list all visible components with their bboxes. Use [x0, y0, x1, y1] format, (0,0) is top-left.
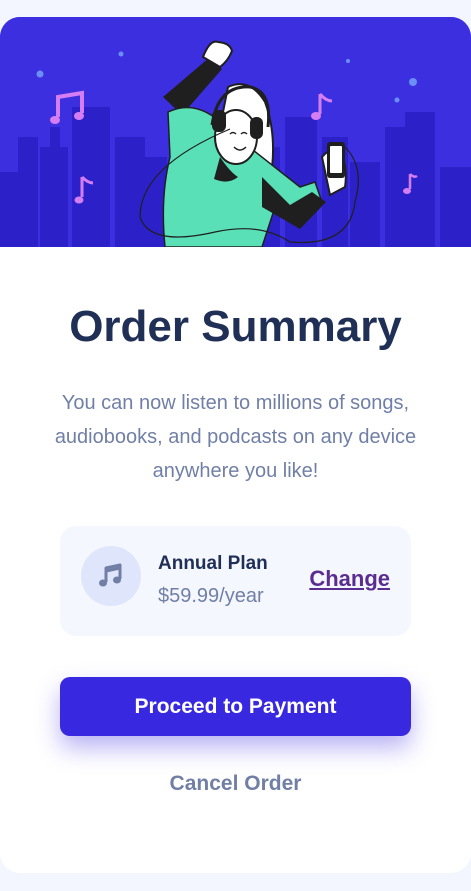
- hero-illustration: [0, 17, 471, 247]
- order-summary-card: Order Summary You can now listen to mill…: [0, 17, 471, 873]
- change-plan-link[interactable]: Change: [309, 566, 390, 592]
- summary-description: You can now listen to millions of songs,…: [54, 392, 417, 482]
- plan-panel: Annual Plan $59.99/year Change: [60, 526, 411, 636]
- cancel-order-button[interactable]: Cancel Order: [60, 762, 411, 806]
- plan-price: $59.99/year: [158, 585, 264, 607]
- music-note-icon: [81, 546, 141, 606]
- proceed-to-payment-button[interactable]: Proceed to Payment: [60, 677, 411, 736]
- plan-name: Annual Plan: [158, 553, 268, 574]
- woman-listening-music-illustration: [0, 17, 471, 247]
- page-title: Order Summary: [69, 302, 402, 351]
